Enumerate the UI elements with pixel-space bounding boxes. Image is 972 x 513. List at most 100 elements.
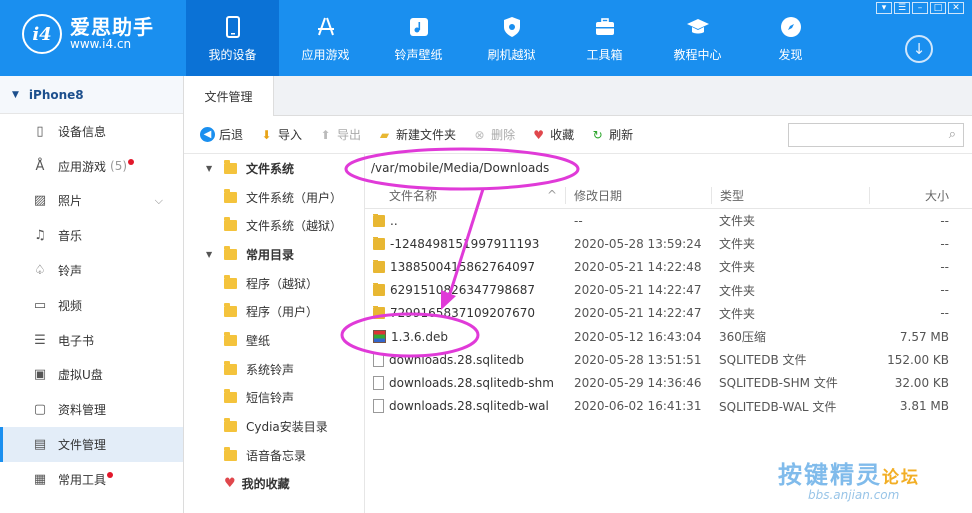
folder-icon	[373, 236, 385, 250]
chevron-down-icon[interactable]: ⌵	[155, 194, 163, 208]
file-modified: 2020-05-21 14:22:47	[574, 283, 702, 298]
file-row[interactable]: 6291510826347798687 2020-05-21 14:22:47 …	[365, 279, 972, 302]
folder-icon	[224, 446, 237, 461]
file-row[interactable]: -1248498151997911193 2020-05-28 13:59:24…	[365, 232, 972, 255]
sidebar-item-apps[interactable]: Å 应用游戏 (5)	[0, 149, 183, 184]
tree-item-apps-jailbreak[interactable]: 程序（越狱）	[184, 269, 364, 298]
sidebar-item-virtual-usb[interactable]: ▣ 虚拟U盘	[0, 358, 183, 393]
device-header[interactable]: ▼ iPhone8	[0, 76, 183, 114]
export-label: 导出	[337, 128, 362, 142]
file-modified: 2020-05-12 16:43:04	[574, 329, 702, 344]
photo-icon: ▨	[33, 193, 47, 209]
column-modified[interactable]: 修改日期	[565, 186, 711, 204]
file-modified: 2020-05-29 14:36:46	[574, 375, 702, 390]
column-name-label: 文件名称	[389, 188, 438, 203]
sidebar-item-file-management[interactable]: ▤ 文件管理	[0, 427, 183, 462]
sidebar-item-video[interactable]: ▭ 视频	[0, 288, 183, 323]
file-size: 32.00 KB	[894, 375, 949, 390]
nav-toolbox[interactable]: 工具箱	[558, 0, 651, 76]
video-icon: ▭	[33, 297, 47, 313]
tree-item-voice-memos[interactable]: 语音备忘录	[184, 441, 364, 470]
file-size: --	[940, 213, 949, 228]
sidebar-item-common-tools[interactable]: ▦ 常用工具	[0, 462, 183, 497]
bell-icon: ♤	[34, 263, 46, 279]
caret-down-icon[interactable]: ▼	[206, 164, 212, 173]
tree-item-filesystem[interactable]: ▼ 文件系统	[184, 154, 364, 183]
tree-item-label: 文件系统（用户）	[246, 190, 343, 205]
sidebar-item-ringtones[interactable]: ♤ 铃声	[0, 253, 183, 288]
minimize-button[interactable]: –	[912, 2, 928, 14]
nav-my-device[interactable]: 我的设备	[186, 0, 279, 76]
tree-item-filesystem-jailbreak[interactable]: 文件系统（越狱）	[184, 211, 364, 240]
sidebar-item-data-management[interactable]: ▢ 资料管理	[0, 392, 183, 427]
maximize-button[interactable]: □	[930, 2, 946, 14]
usb-icon: ▣	[33, 367, 47, 383]
sidebar-item-device-info[interactable]: ▯ 设备信息	[0, 114, 183, 149]
tree-item-label: 系统铃声	[246, 362, 295, 377]
search-input[interactable]: ⌕	[788, 123, 964, 147]
refresh-icon: ↻	[592, 127, 603, 142]
column-type[interactable]: 类型	[711, 186, 869, 204]
tree-item-filesystem-user[interactable]: 文件系统（用户）	[184, 183, 364, 212]
notification-dot	[107, 472, 114, 479]
back-button[interactable]: ◀ 后退	[200, 126, 243, 143]
sidebar-item-label: 文件管理	[58, 438, 107, 453]
tab-file-management[interactable]: 文件管理	[184, 76, 274, 116]
favorite-button[interactable]: ♥ 收藏	[531, 126, 574, 143]
sidebar-item-label: 资料管理	[58, 403, 107, 418]
window-controls: ▾ ☰ – □ ✕	[876, 2, 964, 14]
caret-down-icon[interactable]: ▼	[206, 250, 212, 259]
tree-item-sms-tones[interactable]: 短信铃声	[184, 384, 364, 413]
sidebar-item-music[interactable]: ♫ 音乐	[0, 218, 183, 253]
tree-item-favorites[interactable]: ♥ 我的收藏	[184, 470, 364, 499]
app-logo[interactable]: i4 爱思助手 www.i4.cn	[22, 14, 154, 54]
nav-label: 刷机越狱	[487, 47, 536, 62]
file-size: 152.00 KB	[887, 352, 949, 367]
folder-icon	[224, 217, 237, 232]
tree-item-cydia[interactable]: Cydia安装目录	[184, 412, 364, 441]
tree-item-common-dirs[interactable]: ▼ 常用目录	[184, 240, 364, 269]
file-row[interactable]: 1.3.6.deb 2020-05-12 16:43:04 360压缩 7.57…	[365, 325, 972, 348]
nav-apps-games[interactable]: 应用游戏	[279, 0, 372, 76]
menu-button[interactable]: ☰	[894, 2, 910, 14]
download-icon[interactable]: ↓	[905, 35, 933, 63]
import-button[interactable]: ⬇ 导入	[259, 126, 302, 143]
sidebar-item-photos[interactable]: ▨ 照片 ⌵	[0, 184, 183, 219]
nav-label: 教程中心	[673, 47, 722, 62]
nav-tutorials[interactable]: 教程中心	[651, 0, 744, 76]
nav-ringtones-wallpapers[interactable]: 铃声壁纸	[372, 0, 465, 76]
file-row[interactable]: .. -- 文件夹 --	[365, 209, 972, 232]
delete-icon: ⊗	[474, 127, 485, 142]
file-row[interactable]: downloads.28.sqlitedb-wal 2020-06-02 16:…	[365, 395, 972, 418]
file-row[interactable]: 1388500415862764097 2020-05-21 14:22:48 …	[365, 255, 972, 278]
export-button[interactable]: ⬆ 导出	[318, 126, 362, 143]
tree-item-system-ringtones[interactable]: 系统铃声	[184, 355, 364, 384]
file-row[interactable]: downloads.28.sqlitedb 2020-05-28 13:51:5…	[365, 348, 972, 371]
tree-item-wallpaper[interactable]: 壁纸	[184, 326, 364, 355]
skin-button[interactable]: ▾	[876, 2, 892, 14]
music-note-icon: ♫	[34, 228, 46, 244]
file-row[interactable]: downloads.28.sqlitedb-shm 2020-05-29 14:…	[365, 371, 972, 394]
search-icon[interactable]: ⌕	[949, 127, 956, 142]
file-name: ..	[390, 213, 398, 228]
file-modified: 2020-05-21 14:22:48	[574, 259, 702, 274]
delete-button[interactable]: ⊗ 删除	[472, 126, 516, 143]
tree-item-apps-user[interactable]: 程序（用户）	[184, 297, 364, 326]
column-size[interactable]: 大小	[869, 186, 957, 204]
watermark-url: bbs.anjian.com	[808, 488, 900, 502]
refresh-button[interactable]: ↻ 刷新	[590, 126, 634, 143]
file-icon	[373, 352, 384, 367]
tree-item-label: 我的收藏	[241, 477, 290, 492]
path-bar[interactable]: /var/mobile/Media/Downloads	[365, 154, 972, 182]
folder-icon	[373, 283, 385, 297]
sidebar-item-ebook[interactable]: ☰ 电子书	[0, 323, 183, 358]
new-folder-button[interactable]: ▰ 新建文件夹	[377, 126, 456, 143]
close-button[interactable]: ✕	[948, 2, 964, 14]
info-icon: ▯	[36, 123, 44, 139]
file-row[interactable]: 7299165837109207670 2020-05-21 14:22:47 …	[365, 302, 972, 325]
favorite-label: 收藏	[550, 128, 575, 142]
column-name[interactable]: 文件名称 ^	[365, 187, 565, 204]
nav-discover[interactable]: 发现	[744, 0, 837, 76]
file-size: --	[940, 283, 949, 298]
nav-flash-jailbreak[interactable]: 刷机越狱	[465, 0, 558, 76]
